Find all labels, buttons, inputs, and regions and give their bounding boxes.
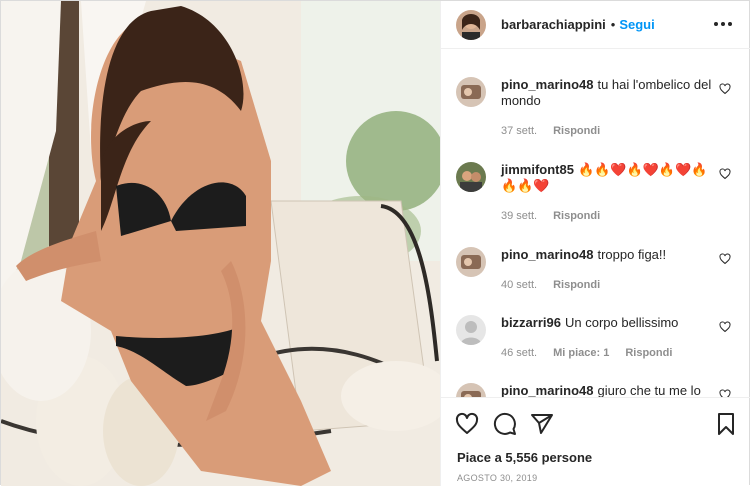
- more-horizontal-icon[interactable]: [711, 12, 735, 36]
- comment-username[interactable]: pino_marino48: [501, 247, 593, 262]
- commenter-avatar[interactable]: [456, 77, 486, 107]
- post-actions: [441, 397, 750, 447]
- author-username[interactable]: barbarachiappini: [501, 17, 606, 32]
- comment-text: troppo figa!!: [597, 247, 667, 262]
- post-image: [1, 1, 440, 486]
- comments-list[interactable]: pino_marino48 tu hai l'ombelico del mondo…: [441, 49, 750, 397]
- like-count[interactable]: Piace a 5,556 persone: [457, 450, 592, 465]
- commenter-avatar[interactable]: [456, 383, 486, 397]
- reply-button[interactable]: Rispondi: [553, 277, 600, 293]
- follow-button[interactable]: Segui: [619, 17, 654, 32]
- comment-body: jimmifont85 🔥🔥❤️🔥❤️🔥❤️🔥🔥🔥❤️ 39 sett. Risp…: [501, 162, 721, 224]
- post-photo[interactable]: [1, 1, 440, 486]
- author-avatar[interactable]: [456, 9, 486, 40]
- comment-icon[interactable]: [493, 412, 517, 436]
- reply-button[interactable]: Rispondi: [553, 123, 600, 139]
- post-side-panel: barbarachiappini • Segui pino_marino48 tu…: [440, 1, 750, 486]
- commenter-avatar[interactable]: [456, 247, 486, 277]
- comment-username[interactable]: jimmifont85: [501, 162, 574, 177]
- reply-button[interactable]: Rispondi: [625, 345, 672, 361]
- comment-body: pino_marino48 tu hai l'ombelico del mondo…: [501, 77, 721, 139]
- comment-like-count[interactable]: Mi piace: 1: [553, 345, 609, 361]
- comment-text: Un corpo bellissimo: [564, 315, 679, 330]
- comment-time[interactable]: 39 sett.: [501, 208, 537, 224]
- comment-meta: 46 sett. Mi piace: 1 Rispondi: [501, 345, 721, 361]
- comment-username[interactable]: pino_marino48: [501, 77, 593, 92]
- instagram-post: barbarachiappini • Segui pino_marino48 tu…: [0, 0, 750, 486]
- comment-username[interactable]: pino_marino48: [501, 383, 593, 397]
- heart-icon[interactable]: [455, 412, 479, 436]
- commenter-avatar[interactable]: [456, 162, 486, 192]
- comment-like-heart-icon[interactable]: [719, 389, 731, 397]
- separator-dot: •: [610, 17, 616, 32]
- comment-like-heart-icon[interactable]: [719, 253, 731, 265]
- bookmark-icon[interactable]: [714, 412, 738, 436]
- comment-meta: 39 sett. Rispondi: [501, 208, 721, 224]
- comment-username[interactable]: bizzarri96: [501, 315, 561, 330]
- comment-meta: 40 sett. Rispondi: [501, 277, 721, 293]
- commenter-avatar-default[interactable]: [456, 315, 486, 345]
- comment-like-heart-icon[interactable]: [719, 168, 731, 180]
- comment-time[interactable]: 37 sett.: [501, 123, 537, 139]
- comment-body: pino_marino48 giuro che tu me lo: [501, 383, 721, 397]
- comment-body: pino_marino48 troppo figa!! 40 sett. Risp…: [501, 247, 721, 293]
- comment-text: giuro che tu me lo: [597, 383, 701, 397]
- comment-like-heart-icon[interactable]: [719, 83, 731, 95]
- comment-body: bizzarri96 Un corpo bellissimo 46 sett. M…: [501, 315, 721, 361]
- comment-meta: 37 sett. Rispondi: [501, 123, 721, 139]
- share-icon[interactable]: [530, 412, 554, 436]
- reply-button[interactable]: Rispondi: [553, 208, 600, 224]
- comment-like-heart-icon[interactable]: [719, 321, 731, 333]
- comment-time[interactable]: 40 sett.: [501, 277, 537, 293]
- comment-time[interactable]: 46 sett.: [501, 345, 537, 361]
- post-date[interactable]: AGOSTO 30, 2019: [457, 473, 537, 483]
- post-header: barbarachiappini • Segui: [441, 1, 750, 49]
